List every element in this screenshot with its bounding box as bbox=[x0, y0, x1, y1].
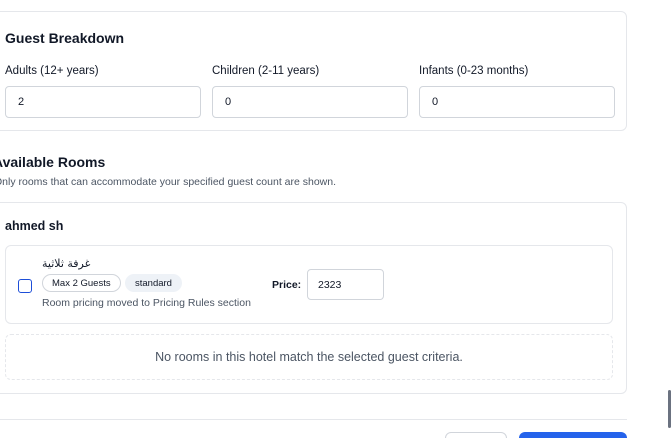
guest-breakdown-title: Guest Breakdown bbox=[5, 30, 125, 46]
infants-field: Infants (0-23 months) bbox=[419, 65, 615, 118]
cancel-button[interactable] bbox=[445, 432, 507, 438]
booking-form: Guest Breakdown Adults (12+ years) Child… bbox=[0, 0, 671, 438]
room-select-checkbox[interactable] bbox=[18, 279, 32, 293]
children-label: Children (2-11 years) bbox=[212, 65, 320, 77]
available-rooms-title: Available Rooms bbox=[0, 154, 106, 170]
room-card[interactable]: غرفة ثلاثية Max 2 Guests standard Room p… bbox=[5, 245, 613, 324]
adults-input[interactable] bbox=[5, 86, 201, 118]
adults-label: Adults (12+ years) bbox=[5, 65, 99, 77]
hotel-card: ahmed sh غرفة ثلاثية Max 2 Guests standa… bbox=[0, 202, 627, 394]
no-rooms-message: No rooms in this hotel match the selecte… bbox=[5, 334, 613, 380]
infants-label: Infants (0-23 months) bbox=[419, 65, 529, 77]
room-type-badge: standard bbox=[125, 274, 182, 292]
hotel-name: ahmed sh bbox=[5, 219, 64, 233]
guest-breakdown-card: Guest Breakdown Adults (12+ years) Child… bbox=[0, 11, 627, 131]
children-field: Children (2-11 years) bbox=[212, 65, 408, 118]
room-name: غرفة ثلاثية bbox=[42, 257, 91, 270]
price-label: Price: bbox=[272, 279, 302, 291]
price-input[interactable] bbox=[307, 269, 384, 300]
adults-field: Adults (12+ years) bbox=[5, 65, 201, 118]
available-rooms-subtitle: Only rooms that can accommodate your spe… bbox=[0, 176, 337, 188]
submit-button[interactable] bbox=[519, 432, 627, 438]
capacity-badge: Max 2 Guests bbox=[42, 274, 121, 292]
infants-input[interactable] bbox=[419, 86, 615, 118]
room-pricing-note: Room pricing moved to Pricing Rules sect… bbox=[42, 297, 251, 309]
children-input[interactable] bbox=[212, 86, 408, 118]
footer-divider bbox=[0, 419, 627, 420]
